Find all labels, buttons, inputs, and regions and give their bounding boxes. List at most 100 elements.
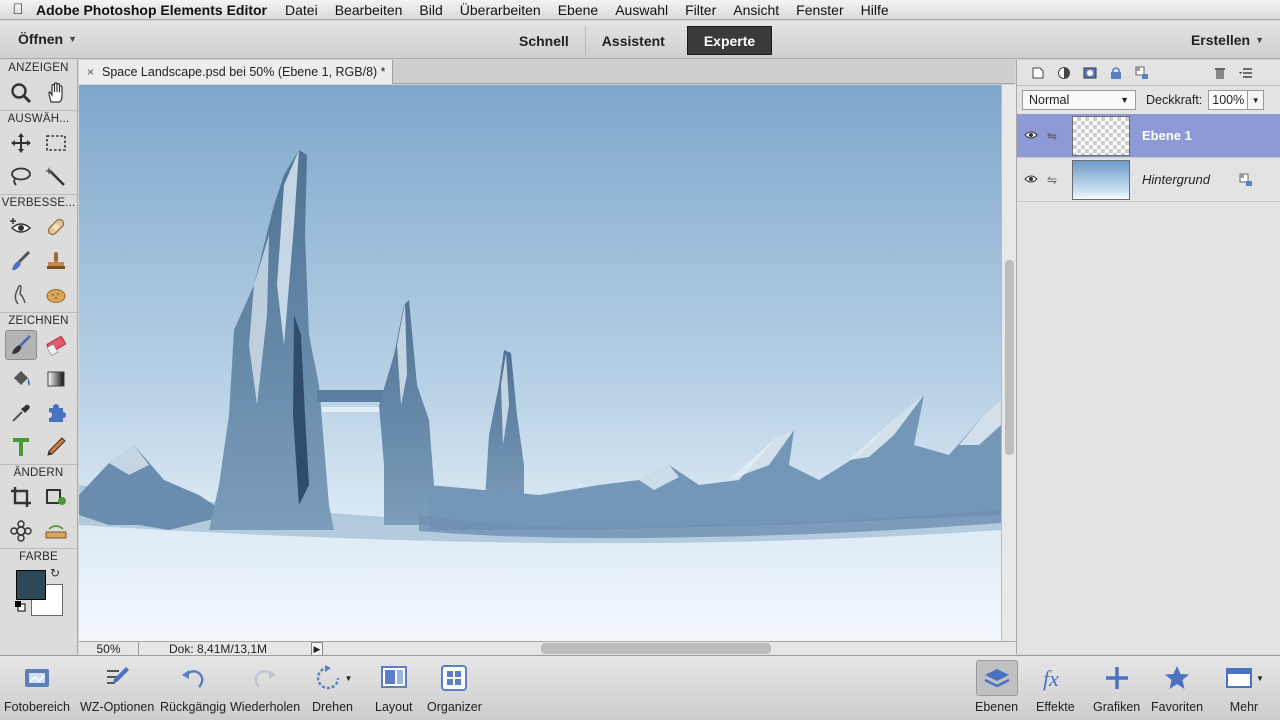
lock-transparency-button[interactable] [1129, 62, 1155, 84]
zoom-level-field[interactable]: 50% [79, 642, 139, 656]
panel-menu-button[interactable] [1233, 62, 1259, 84]
panel-menu-icon [1239, 67, 1252, 78]
layer-row-hintergrund[interactable]: ⇋ Hintergrund [1017, 158, 1280, 202]
close-icon[interactable]: × [87, 65, 94, 79]
pencil-tool[interactable] [40, 432, 72, 462]
visibility-eye-icon[interactable] [1020, 128, 1042, 143]
tab-schnell[interactable]: Schnell [503, 26, 586, 55]
apple-menu-icon[interactable]:  [0, 1, 36, 18]
photo-bin-button[interactable]: Fotobereich [4, 660, 70, 714]
layers-panel-button[interactable]: Ebenen [975, 660, 1018, 714]
horizontal-scroll-thumb[interactable] [541, 643, 771, 654]
menu-hilfe[interactable]: Hilfe [861, 2, 889, 18]
brush-tool[interactable] [4, 330, 37, 360]
vertical-scrollbar[interactable] [1001, 85, 1016, 641]
open-button[interactable]: Öffnen ▼ [18, 31, 77, 47]
blend-mode-value: Normal [1029, 93, 1070, 107]
layer-name[interactable]: Hintergrund [1142, 172, 1210, 187]
document-tab-bar: × Space Landscape.psd bei 50% (Ebene 1, … [79, 60, 1015, 84]
lasso-icon [10, 167, 31, 186]
clone-stamp-tool[interactable] [40, 246, 72, 276]
toolbox: ANZEIGEN AUSWÄH... VERBESSE... ZEICHNEN … [0, 60, 78, 654]
bandage-icon [48, 218, 65, 236]
app-name-menu[interactable]: Adobe Photoshop Elements Editor [36, 2, 267, 18]
zoom-tool[interactable] [5, 78, 37, 108]
paint-bucket-tool[interactable] [5, 364, 37, 394]
layer-mask-button[interactable] [1077, 62, 1103, 84]
rotate-button[interactable]: ▼ Drehen [312, 660, 353, 714]
paint-bucket-icon [13, 371, 30, 386]
menu-bild[interactable]: Bild [419, 2, 442, 18]
blur-tool[interactable] [5, 280, 37, 310]
new-layer-icon [1032, 67, 1044, 78]
organizer-label: Organizer [427, 700, 482, 714]
menu-bearbeiten[interactable]: Bearbeiten [335, 2, 403, 18]
layer-name[interactable]: Ebene 1 [1142, 128, 1192, 143]
document-tab[interactable]: × Space Landscape.psd bei 50% (Ebene 1, … [79, 60, 393, 84]
swap-colors-icon[interactable]: ↻ [50, 566, 60, 580]
menu-ebene[interactable]: Ebene [558, 2, 598, 18]
content-aware-move-tool[interactable] [5, 516, 37, 546]
link-icon[interactable]: ⇋ [1042, 173, 1062, 187]
image-canvas[interactable] [79, 85, 1001, 641]
trash-icon [1215, 67, 1225, 79]
brush-icon [11, 335, 31, 354]
smart-brush-tool[interactable] [5, 246, 37, 276]
menu-ansicht[interactable]: Ansicht [733, 2, 779, 18]
eyedropper-tool[interactable] [5, 398, 37, 428]
opacity-dropdown-icon[interactable]: ▼ [1248, 90, 1265, 110]
adjustment-layer-button[interactable] [1051, 62, 1077, 84]
chevron-down-icon: ▼ [1120, 95, 1129, 105]
lock-layer-button[interactable] [1103, 62, 1129, 84]
reset-colors-icon[interactable] [14, 600, 26, 612]
crop-tool[interactable] [5, 482, 37, 512]
tab-experte[interactable]: Experte [686, 26, 773, 55]
favorites-button[interactable]: Favoriten [1151, 660, 1203, 714]
delete-layer-button[interactable] [1207, 62, 1233, 84]
layout-button[interactable]: Layout [375, 660, 413, 714]
graphics-button[interactable]: Grafiken [1093, 660, 1140, 714]
spot-healing-tool[interactable] [40, 212, 72, 242]
gradient-tool[interactable] [40, 364, 72, 394]
opacity-input[interactable]: 100% [1208, 90, 1249, 110]
redo-button[interactable]: Wiederholen [230, 660, 300, 714]
menu-ueberarbeiten[interactable]: Überarbeiten [460, 2, 541, 18]
red-eye-tool[interactable] [5, 212, 37, 242]
move-tool[interactable] [5, 128, 37, 158]
link-icon[interactable]: ⇋ [1042, 129, 1062, 143]
layer-row-ebene-1[interactable]: ⇋ Ebene 1 [1017, 114, 1280, 158]
straighten-tool[interactable] [40, 516, 72, 546]
eraser-tool[interactable] [40, 330, 72, 360]
status-menu-arrow-icon[interactable]: ▶ [311, 642, 323, 656]
menu-filter[interactable]: Filter [685, 2, 716, 18]
hand-icon [48, 82, 63, 103]
section-zeichnen: ZEICHNEN [0, 312, 77, 328]
tool-options-button[interactable]: WZ-Optionen [80, 660, 154, 714]
layer-thumbnail [1072, 159, 1130, 200]
bottom-taskbar: Fotobereich WZ-Optionen Rückgängig Wiede… [0, 655, 1280, 720]
custom-shape-tool[interactable] [40, 398, 72, 428]
rectangle-marquee-tool[interactable] [40, 128, 72, 158]
layers-label: Ebenen [975, 700, 1019, 714]
new-layer-button[interactable] [1025, 62, 1051, 84]
tab-assistent[interactable]: Assistent [586, 26, 681, 55]
organizer-button[interactable]: Organizer [427, 660, 482, 714]
blend-mode-select[interactable]: Normal ▼ [1022, 90, 1136, 110]
hand-tool[interactable] [40, 78, 72, 108]
sponge-tool[interactable] [40, 280, 72, 310]
more-button[interactable]: ▼ Mehr [1224, 660, 1264, 714]
recompose-tool[interactable] [40, 482, 72, 512]
menu-auswahl[interactable]: Auswahl [615, 2, 668, 18]
lock-checker-icon [1135, 66, 1148, 79]
text-tool[interactable] [5, 432, 37, 462]
lasso-tool[interactable] [5, 162, 37, 192]
vertical-scroll-thumb[interactable] [1005, 260, 1014, 455]
magic-wand-tool[interactable] [40, 162, 72, 192]
menu-fenster[interactable]: Fenster [796, 2, 843, 18]
effects-button[interactable]: fx Effekte [1036, 660, 1075, 714]
undo-button[interactable]: Rückgängig [160, 660, 226, 714]
visibility-eye-icon[interactable] [1020, 172, 1042, 187]
create-button[interactable]: Erstellen ▼ [1191, 32, 1264, 48]
foreground-color-swatch[interactable] [16, 570, 46, 600]
menu-datei[interactable]: Datei [285, 2, 318, 18]
